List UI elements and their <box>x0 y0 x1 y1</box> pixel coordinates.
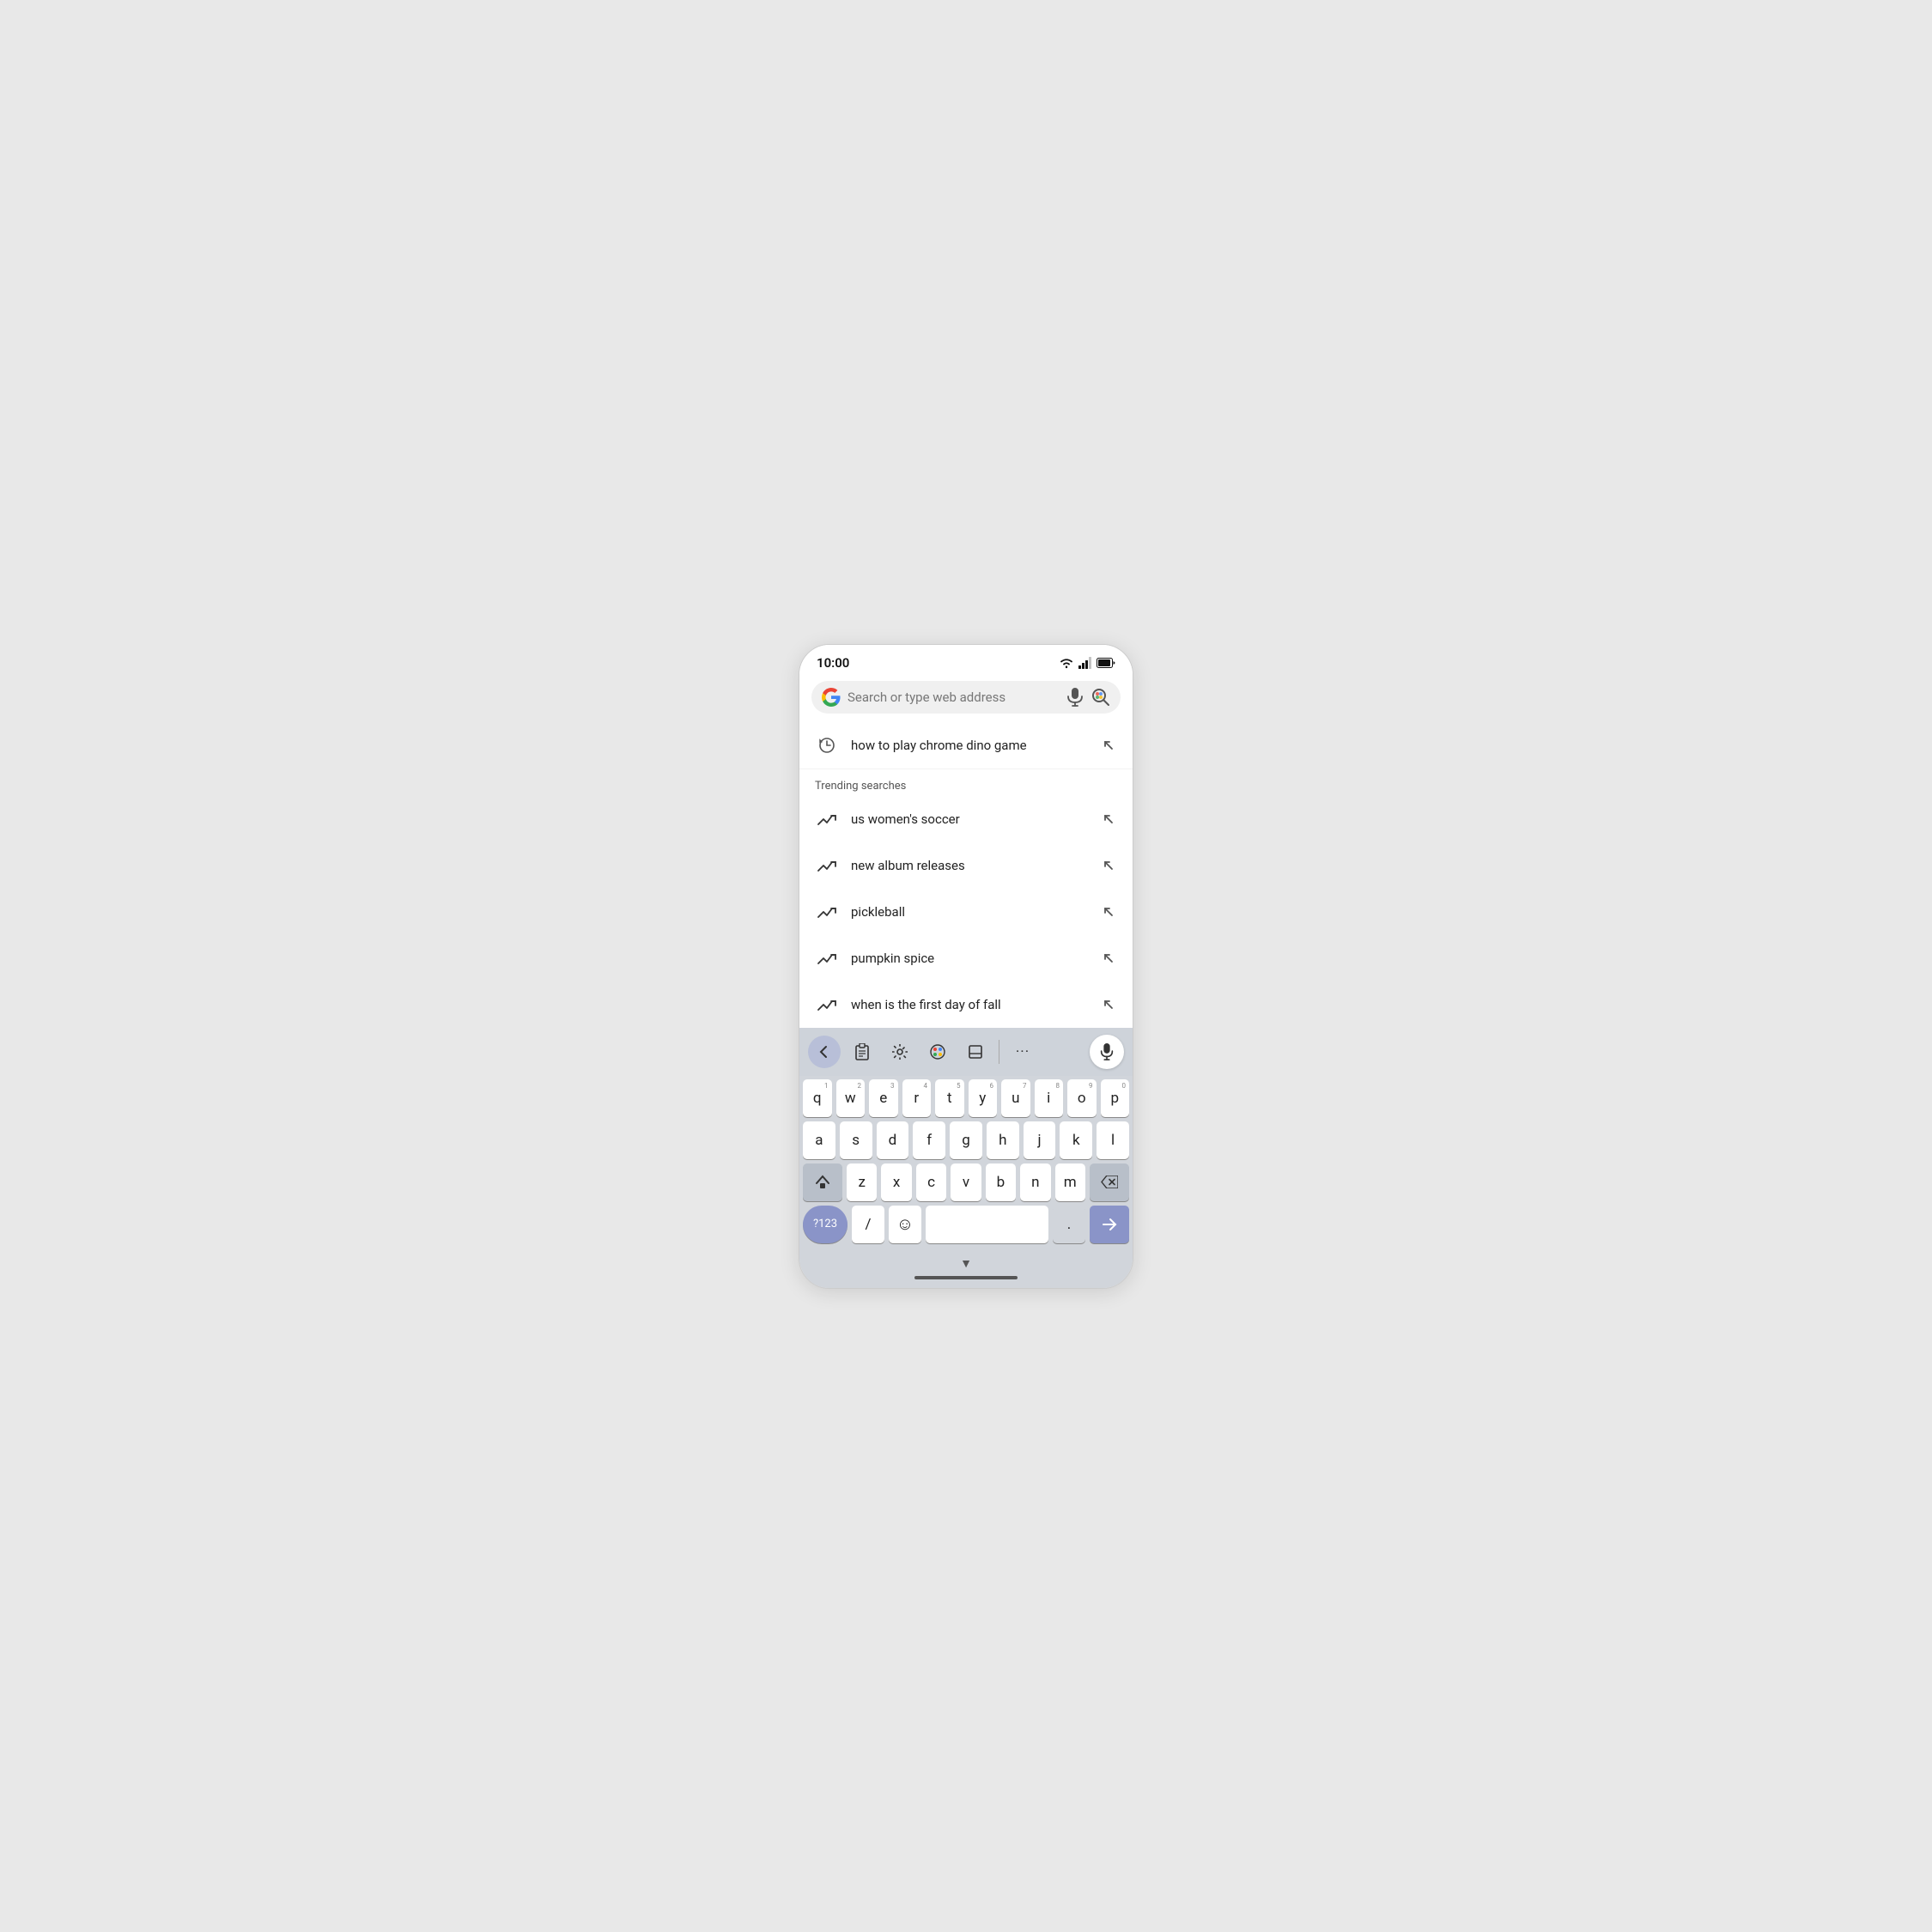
history-text: how to play chrome dino game <box>851 738 1100 753</box>
kb-mic-button[interactable] <box>1090 1035 1124 1069</box>
status-icons <box>1059 657 1115 669</box>
kb-clipboard-button[interactable] <box>846 1036 878 1068</box>
lens-icon[interactable] <box>1091 688 1110 707</box>
trending-up-icon-2 <box>815 900 839 924</box>
key-backspace[interactable] <box>1090 1163 1129 1201</box>
kb-more-button[interactable]: ··· <box>1006 1036 1039 1068</box>
key-s[interactable]: s <box>840 1121 872 1159</box>
key-row-2: a s d f g h j k l <box>803 1121 1129 1159</box>
arrow-up-left-icon-0 <box>1100 811 1117 828</box>
kb-resize-button[interactable] <box>959 1036 992 1068</box>
search-bar[interactable]: Search or type web address <box>811 681 1121 714</box>
trending-header: Trending searches <box>799 769 1133 796</box>
trending-item-3[interactable]: pumpkin spice <box>799 935 1133 981</box>
key-v[interactable]: v <box>951 1163 981 1201</box>
key-enter[interactable] <box>1090 1206 1129 1243</box>
key-p[interactable]: p0 <box>1101 1079 1130 1117</box>
key-z[interactable]: z <box>847 1163 877 1201</box>
key-u[interactable]: u7 <box>1001 1079 1030 1117</box>
key-e[interactable]: e3 <box>869 1079 898 1117</box>
key-j[interactable]: j <box>1024 1121 1056 1159</box>
key-rows: q1 w2 e3 r4 t5 y6 u7 i8 o9 p0 a s d f g … <box>799 1076 1133 1247</box>
chevron-down-icon: ▼ <box>960 1256 972 1271</box>
key-slash[interactable]: / <box>852 1206 884 1243</box>
key-m[interactable]: m <box>1055 1163 1085 1201</box>
key-c[interactable]: c <box>916 1163 946 1201</box>
status-bar: 10:00 <box>799 645 1133 676</box>
status-time: 10:00 <box>817 655 849 671</box>
search-input[interactable]: Search or type web address <box>848 690 1059 705</box>
arrow-up-left-icon-3 <box>1100 950 1117 967</box>
key-num123[interactable]: ?123 <box>803 1206 848 1243</box>
key-w[interactable]: w2 <box>836 1079 866 1117</box>
key-row-4: ?123 / ☺ . <box>803 1206 1129 1247</box>
trending-text-3: pumpkin spice <box>851 951 1100 966</box>
keyboard-area: ··· q1 w2 e3 r4 t5 y6 u7 <box>799 1028 1133 1288</box>
key-l[interactable]: l <box>1097 1121 1129 1159</box>
key-b[interactable]: b <box>986 1163 1016 1201</box>
key-shift[interactable] <box>803 1163 842 1201</box>
key-a[interactable]: a <box>803 1121 835 1159</box>
arrow-up-left-icon <box>1100 737 1117 754</box>
arrow-up-left-icon-2 <box>1100 903 1117 920</box>
key-h[interactable]: h <box>987 1121 1019 1159</box>
trending-text-4: when is the first day of fall <box>851 997 1100 1012</box>
key-r[interactable]: r4 <box>902 1079 932 1117</box>
kb-theme-button[interactable] <box>921 1036 954 1068</box>
trending-item-4[interactable]: when is the first day of fall <box>799 981 1133 1028</box>
keyboard-toolbar: ··· <box>799 1028 1133 1076</box>
key-n[interactable]: n <box>1020 1163 1050 1201</box>
home-indicator <box>914 1276 1018 1279</box>
trending-up-icon-1 <box>815 854 839 878</box>
signal-icon <box>1078 657 1092 669</box>
wifi-icon <box>1059 657 1074 669</box>
suggestions-list: how to play chrome dino game Trending se… <box>799 722 1133 1028</box>
key-k[interactable]: k <box>1060 1121 1092 1159</box>
arrow-up-left-icon-4 <box>1100 996 1117 1013</box>
trending-text-0: us women's soccer <box>851 811 1100 827</box>
key-d[interactable]: d <box>877 1121 909 1159</box>
history-icon <box>815 733 839 757</box>
history-item[interactable]: how to play chrome dino game <box>799 722 1133 769</box>
search-bar-wrap: Search or type web address <box>799 676 1133 722</box>
phone-frame: 10:00 <box>799 644 1133 1289</box>
trending-item-0[interactable]: us women's soccer <box>799 796 1133 842</box>
key-q[interactable]: q1 <box>803 1079 832 1117</box>
trending-text-1: new album releases <box>851 858 1100 873</box>
trending-item-1[interactable]: new album releases <box>799 842 1133 889</box>
key-row-3: z x c v b n m <box>803 1163 1129 1201</box>
key-f[interactable]: f <box>913 1121 945 1159</box>
kb-settings-button[interactable] <box>884 1036 916 1068</box>
key-y[interactable]: y6 <box>969 1079 998 1117</box>
trending-up-icon-4 <box>815 993 839 1017</box>
battery-icon <box>1097 658 1115 668</box>
key-space[interactable] <box>926 1206 1048 1243</box>
key-row-1: q1 w2 e3 r4 t5 y6 u7 i8 o9 p0 <box>803 1079 1129 1117</box>
bottom-bar: ▼ <box>799 1251 1133 1288</box>
key-i[interactable]: i8 <box>1035 1079 1064 1117</box>
key-emoji[interactable]: ☺ <box>889 1206 921 1243</box>
google-logo <box>822 688 841 707</box>
key-g[interactable]: g <box>950 1121 982 1159</box>
arrow-up-left-icon-1 <box>1100 857 1117 874</box>
key-o[interactable]: o9 <box>1067 1079 1097 1117</box>
mic-icon[interactable] <box>1066 688 1084 707</box>
trending-up-icon-3 <box>815 946 839 970</box>
trending-item-2[interactable]: pickleball <box>799 889 1133 935</box>
key-t[interactable]: t5 <box>935 1079 964 1117</box>
kb-back-button[interactable] <box>808 1036 841 1068</box>
trending-up-icon-0 <box>815 807 839 831</box>
key-x[interactable]: x <box>881 1163 911 1201</box>
trending-text-2: pickleball <box>851 904 1100 920</box>
key-dot[interactable]: . <box>1053 1206 1085 1243</box>
